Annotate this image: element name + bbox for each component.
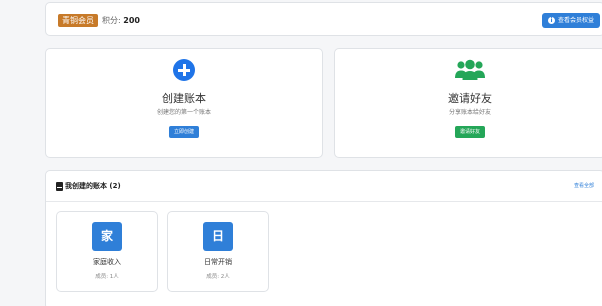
my-ledgers-header: 我创建的账本 (2) 查看全部 xyxy=(46,171,602,202)
info-icon: i xyxy=(547,17,555,24)
book-icon xyxy=(56,182,63,191)
users-icon xyxy=(455,59,485,80)
invite-friends-button[interactable]: 邀请好友 xyxy=(454,126,486,138)
ledger-name: 日常开销 xyxy=(204,258,232,266)
member-level-badge: 青铜会员 xyxy=(58,14,98,27)
view-all-link[interactable]: 查看全部 xyxy=(574,182,594,191)
points-label: 积分: xyxy=(102,16,124,25)
ledger-card[interactable]: 日 日常开销 成员: 2人 xyxy=(167,211,269,292)
points-value: 200 xyxy=(123,16,140,25)
my-ledgers-title: 我创建的账本 (2) xyxy=(65,182,121,190)
points-display: 积分: 200 xyxy=(102,14,140,27)
invite-friends-subtitle: 分享账本给好友 xyxy=(448,109,491,116)
plus-circle-icon xyxy=(173,59,195,81)
my-ledgers-section: 我创建的账本 (2) 查看全部 家 家庭收入 成员: 1人 日 日常开销 成员:… xyxy=(45,170,602,306)
ledger-members: 成员: 2人 xyxy=(206,274,230,280)
create-ledger-card: 创建账本 创建您的第一个账本 立即创建 xyxy=(45,48,323,158)
ledger-avatar: 日 xyxy=(203,222,233,251)
create-now-button[interactable]: 立即创建 xyxy=(168,126,200,138)
view-benefits-button[interactable]: i 查看会员权益 xyxy=(541,13,600,28)
member-bar: 青铜会员 积分: 200 i 查看会员权益 xyxy=(45,2,602,36)
ledger-members: 成员: 1人 xyxy=(95,274,119,280)
ledger-name: 家庭收入 xyxy=(93,258,121,266)
ledger-avatar: 家 xyxy=(92,222,122,251)
ledger-card[interactable]: 家 家庭收入 成员: 1人 xyxy=(56,211,158,292)
invite-friends-title: 邀请好友 xyxy=(448,92,492,105)
view-benefits-label: 查看会员权益 xyxy=(557,17,594,24)
create-ledger-title: 创建账本 xyxy=(162,92,206,105)
create-ledger-subtitle: 创建您的第一个账本 xyxy=(156,109,211,116)
invite-friends-card: 邀请好友 分享账本给好友 邀请好友 xyxy=(334,48,602,158)
